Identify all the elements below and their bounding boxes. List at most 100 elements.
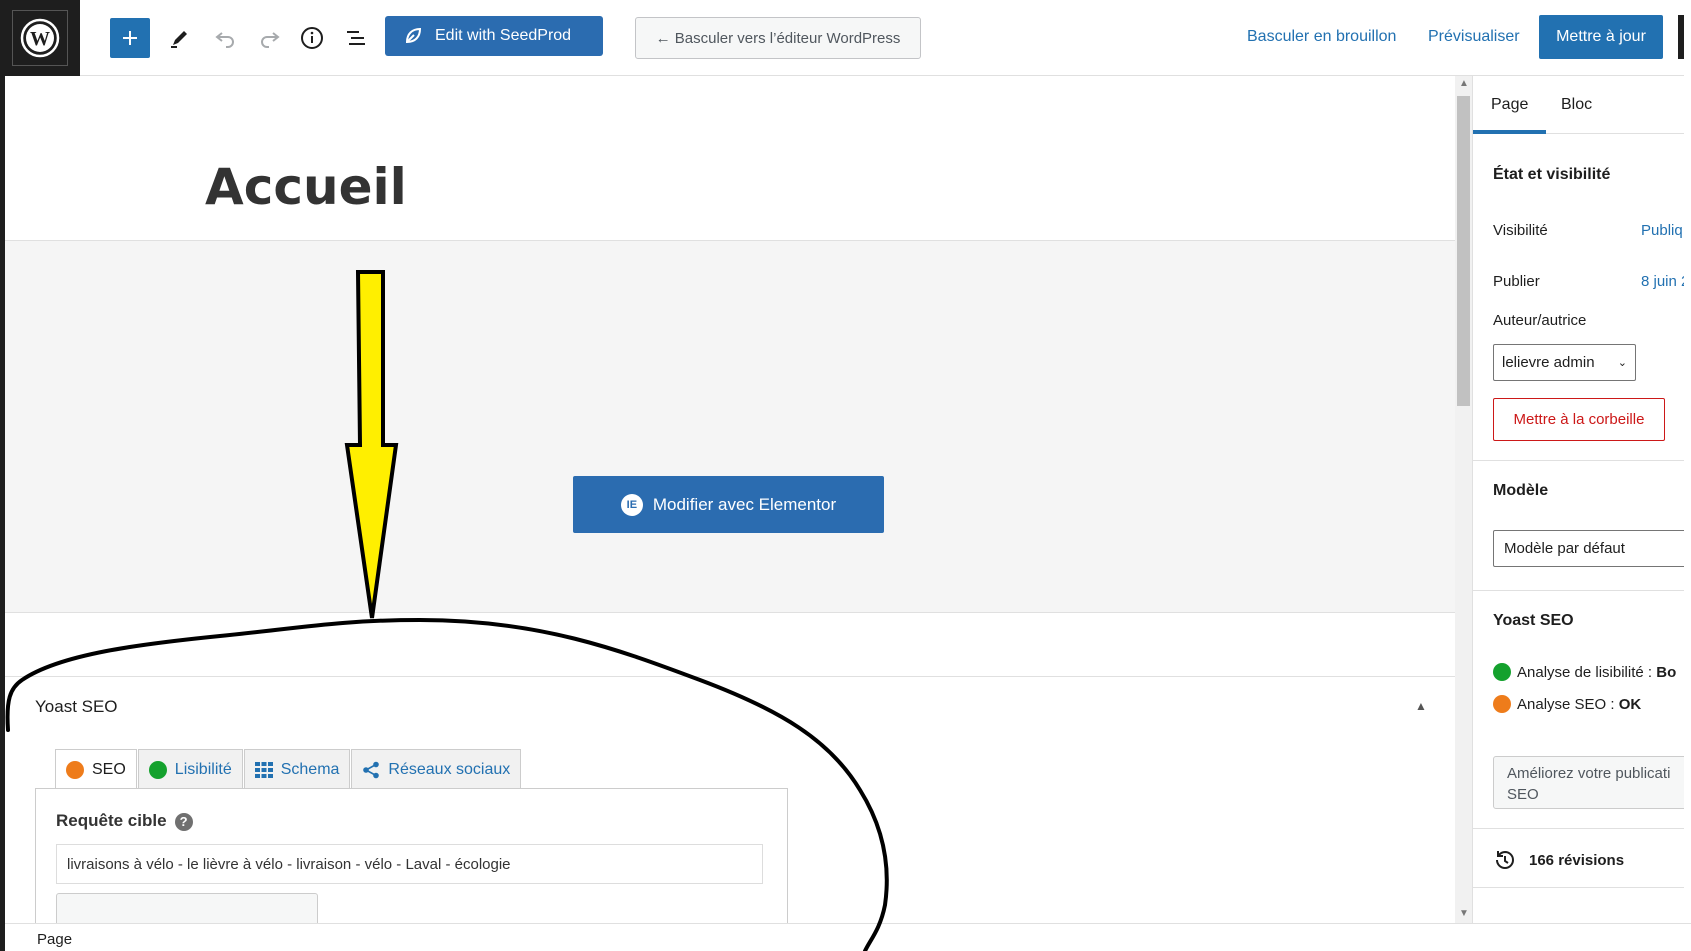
- details-button[interactable]: [292, 18, 332, 58]
- app-window: W Edit with SeedProd ← Basculer vers l’é…: [0, 0, 1691, 951]
- redo-icon: [261, 32, 280, 48]
- revisions-link[interactable]: 166 révisions: [1493, 848, 1624, 872]
- template-select[interactable]: Modèle par défaut: [1493, 530, 1684, 567]
- sidebar-divider: [1473, 590, 1684, 591]
- tab-readability-label: Lisibilité: [174, 760, 232, 778]
- editor-scrollbar[interactable]: ▲ ▼: [1455, 76, 1472, 923]
- add-block-button[interactable]: [110, 18, 150, 58]
- author-label: Auteur/autrice: [1493, 312, 1587, 329]
- preview-link[interactable]: Prévisualiser: [1428, 28, 1520, 46]
- yoast-sidebar-heading[interactable]: Yoast SEO: [1493, 612, 1574, 630]
- plus-icon: [123, 31, 137, 45]
- publish-label: Publier: [1493, 273, 1540, 290]
- window-edge: [1684, 0, 1691, 951]
- collapse-arrow-icon[interactable]: ▲: [1415, 699, 1427, 713]
- yoast-tabs: SEO Lisibilité Schema Réseaux sociaux: [55, 749, 522, 790]
- tab-schema[interactable]: Schema: [243, 749, 351, 789]
- focus-keyphrase-value: livraisons à vélo - le lièvre à vélo - l…: [67, 855, 511, 873]
- tab-social-label: Réseaux sociaux: [388, 760, 511, 778]
- sidebar-divider: [1473, 828, 1684, 829]
- active-tab-indicator: [1473, 130, 1546, 134]
- scrollbar-thumb[interactable]: [1457, 96, 1470, 406]
- breadcrumb-page[interactable]: Page: [37, 931, 72, 948]
- tab-seo-label: SEO: [92, 761, 126, 778]
- elementor-icon: IE: [620, 493, 643, 516]
- share-icon: [363, 761, 380, 778]
- switch-editor-label: ← Basculer vers l’éditeur WordPress: [655, 29, 901, 47]
- publish-date-link[interactable]: 8 juin 2: [1641, 273, 1684, 290]
- sidebar-tabs: Page Bloc: [1473, 76, 1684, 134]
- face-green-icon: [148, 760, 167, 779]
- elementor-placeholder: IE Modifier avec Elementor: [5, 241, 1455, 613]
- elementor-label: Modifier avec Elementor: [652, 494, 837, 514]
- face-green-icon: [1493, 663, 1511, 681]
- list-view-icon: [347, 31, 365, 45]
- editor-canvas: Accueil IE Modifier avec Elementor Yoast…: [5, 76, 1455, 923]
- related-keyphrase-button[interactable]: [56, 893, 318, 923]
- readability-analysis: Analyse de lisibilité : Bo: [1493, 663, 1676, 681]
- scroll-up-arrow-icon[interactable]: ▲: [1459, 78, 1469, 89]
- pencil-icon: [171, 31, 187, 48]
- template-value: Modèle par défaut: [1504, 540, 1625, 557]
- editor-toolbar: W Edit with SeedProd ← Basculer vers l’é…: [0, 0, 1691, 76]
- wordpress-icon: W: [12, 10, 68, 66]
- list-view-button[interactable]: [336, 18, 376, 58]
- tab-block[interactable]: Bloc: [1561, 96, 1592, 114]
- history-icon: [1496, 850, 1514, 869]
- breadcrumb: Page: [5, 923, 1691, 951]
- revisions-label: 166 révisions: [1529, 851, 1625, 869]
- update-button[interactable]: Mettre à jour: [1539, 15, 1663, 59]
- tab-seo[interactable]: SEO: [55, 749, 137, 790]
- seedprod-leaf-icon: [405, 27, 422, 44]
- yoast-metabox: Yoast SEO ▲ SEO Lisibilité Schema Réseau…: [5, 676, 1455, 923]
- improve-post-button[interactable]: Améliorez votre publicati SEO: [1493, 756, 1684, 809]
- help-icon[interactable]: ?: [174, 812, 193, 831]
- seo-analysis-value: OK: [1618, 695, 1642, 713]
- focus-keyphrase-input[interactable]: livraisons à vélo - le lièvre à vélo - l…: [56, 844, 763, 884]
- readability-label: Analyse de lisibilité :: [1517, 663, 1657, 681]
- trash-label: Mettre à la corbeille: [1513, 411, 1645, 428]
- seo-tab-panel: Requête cible? livraisons à vélo - le li…: [35, 788, 788, 923]
- wordpress-logo-button[interactable]: W: [0, 0, 80, 76]
- switch-editor-button[interactable]: ← Basculer vers l’éditeur WordPress: [635, 17, 921, 59]
- sidebar-divider: [1473, 887, 1684, 888]
- move-to-trash-button[interactable]: Mettre à la corbeille: [1493, 398, 1665, 441]
- redo-button[interactable]: [250, 18, 290, 58]
- sidebar-divider: [1473, 460, 1684, 461]
- scroll-down-arrow-icon[interactable]: ▼: [1459, 908, 1469, 919]
- seedprod-button[interactable]: Edit with SeedProd: [385, 16, 603, 56]
- improve-line-1: Améliorez votre publicati: [1507, 765, 1671, 782]
- update-label: Mettre à jour: [1556, 28, 1646, 45]
- focus-keyphrase-heading: Requête cible?: [56, 811, 193, 831]
- yoast-metabox-title[interactable]: Yoast SEO: [35, 697, 118, 717]
- template-heading[interactable]: Modèle: [1493, 482, 1548, 500]
- readability-value: Bo: [1656, 663, 1677, 681]
- tab-social[interactable]: Réseaux sociaux: [351, 749, 522, 789]
- grid-icon: [254, 761, 273, 778]
- seo-analysis: Analyse SEO : OK: [1493, 695, 1641, 713]
- improve-line-2: SEO: [1507, 786, 1539, 803]
- author-select[interactable]: lelievre admin ⌄: [1493, 344, 1636, 381]
- seo-analysis-label: Analyse SEO :: [1517, 695, 1619, 713]
- switch-to-draft-link[interactable]: Basculer en brouillon: [1247, 28, 1396, 46]
- page-title[interactable]: Accueil: [205, 158, 407, 216]
- visibility-value-link[interactable]: Publiq: [1641, 222, 1683, 239]
- face-orange-icon: [1493, 695, 1511, 713]
- visibility-label: Visibilité: [1493, 222, 1548, 239]
- info-icon: [301, 27, 323, 49]
- author-value: lelievre admin: [1502, 354, 1595, 371]
- edit-tool-button[interactable]: [160, 18, 200, 58]
- seedprod-label: Edit with SeedProd: [435, 27, 572, 44]
- undo-icon: [215, 32, 234, 48]
- tab-page[interactable]: Page: [1491, 96, 1528, 114]
- settings-sidebar: Page Bloc État et visibilité Visibilité …: [1472, 76, 1684, 923]
- undo-button[interactable]: [205, 18, 245, 58]
- edit-with-elementor-button[interactable]: IE Modifier avec Elementor: [573, 476, 884, 533]
- face-orange-icon: [66, 761, 84, 779]
- tab-readability[interactable]: Lisibilité: [137, 749, 243, 789]
- chevron-down-icon: ⌄: [1617, 357, 1627, 369]
- tab-schema-label: Schema: [280, 760, 340, 778]
- status-visibility-heading[interactable]: État et visibilité: [1493, 166, 1610, 184]
- focus-keyphrase-label: Requête cible: [56, 811, 167, 830]
- svg-text:W: W: [30, 28, 50, 50]
